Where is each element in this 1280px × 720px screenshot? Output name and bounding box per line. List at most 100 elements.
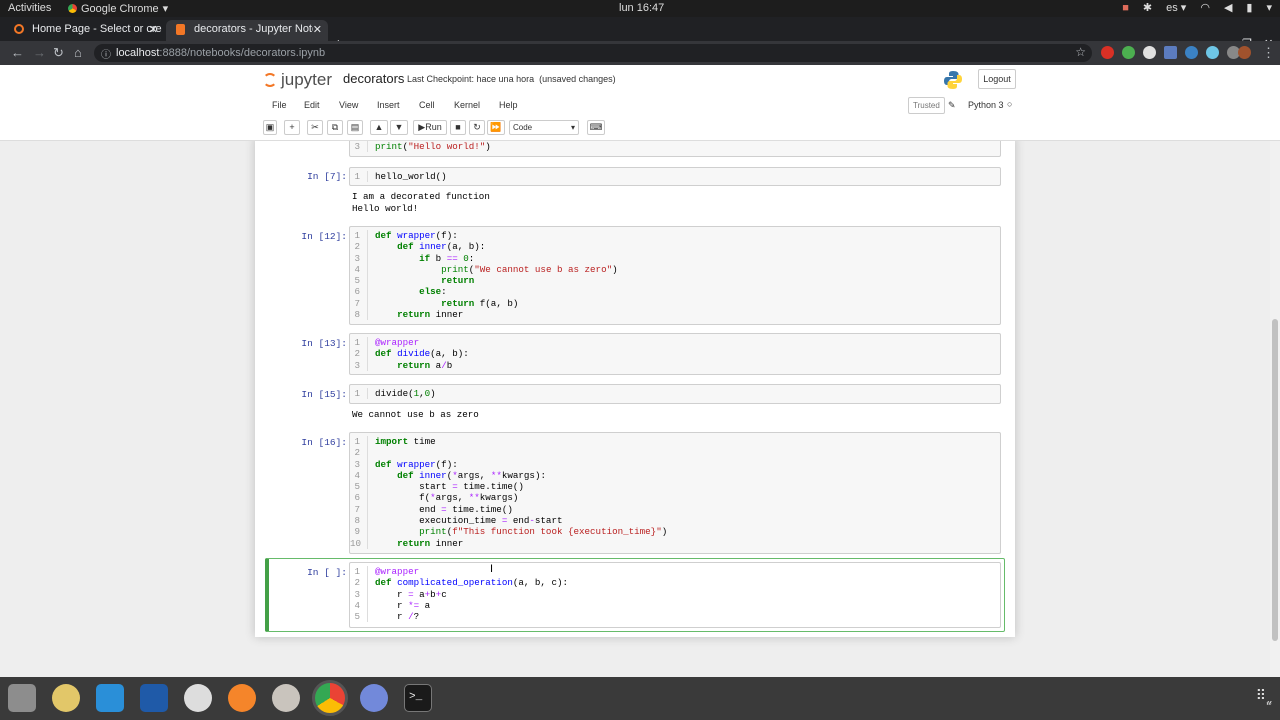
code-cell-input[interactable]: 1 @wrapper 2 def complicated_operation(a, …	[349, 562, 1001, 628]
tab-home-page[interactable]: Home Page - Select or cre ✕	[4, 20, 164, 41]
line-number: 6	[350, 492, 368, 504]
line-number: 4	[350, 599, 368, 612]
scrollbar-thumb[interactable]	[1272, 319, 1278, 641]
language-indicator[interactable]: es ▾	[1166, 1, 1186, 14]
extension-icon[interactable]	[1185, 46, 1198, 59]
line-number: 1	[350, 337, 368, 349]
code-line: r = a+b+c	[375, 588, 447, 600]
address-bar[interactable]: ⓘ localhost:8888/notebooks/decorators.ip…	[94, 44, 1092, 62]
code-line: @wrapper	[375, 566, 420, 577]
notebook-area: 3 print("Hello world!") In [7]: 1 hello_wo…	[0, 141, 1270, 677]
extension-icon[interactable]	[1143, 46, 1156, 59]
back-icon[interactable]: ←	[11, 45, 24, 60]
menu-insert[interactable]: Insert	[377, 100, 400, 110]
move-down-icon[interactable]: ▼	[390, 120, 408, 135]
forward-icon[interactable]: →	[33, 45, 46, 60]
discord-icon[interactable]	[360, 684, 388, 712]
url-path: :8888/notebooks/decorators.ipynb	[159, 47, 326, 59]
vscode-icon[interactable]	[96, 684, 124, 712]
extension-icon[interactable]	[1206, 46, 1219, 59]
menu-edit[interactable]: Edit	[304, 100, 320, 110]
run-button[interactable]: ▶Run	[413, 120, 447, 135]
files-icon[interactable]	[8, 684, 36, 712]
profile-avatar[interactable]	[1238, 46, 1251, 59]
app-name: Google Chrome	[81, 2, 159, 15]
tab-decorators[interactable]: decorators - Jupyter Note ✕	[166, 20, 328, 41]
code-line: divide(1,0)	[375, 388, 436, 399]
jupyter-logo[interactable]: jupyter	[263, 70, 332, 90]
code-line: return f(a, b)	[441, 297, 519, 309]
inkscape-icon[interactable]	[228, 684, 256, 712]
notebook-name[interactable]: decorators	[343, 71, 404, 86]
chrome-menu-icon[interactable]: ⋮	[1262, 45, 1275, 61]
close-tab-icon[interactable]: ✕	[312, 23, 322, 36]
info-icon[interactable]: ⓘ	[101, 46, 111, 61]
code-line: else:	[419, 286, 447, 298]
home-icon[interactable]: ⌂	[74, 45, 82, 60]
code-cell-input[interactable]: 3 print("Hello world!")	[349, 141, 1001, 157]
line-number: 2	[350, 447, 368, 459]
paste-icon[interactable]: ▤	[347, 120, 363, 135]
keyboard-icon[interactable]: ⌨	[587, 120, 605, 135]
line-number: 8	[350, 309, 368, 321]
trusted-indicator[interactable]: Trusted	[908, 97, 945, 114]
cut-icon[interactable]: ✂	[307, 120, 323, 135]
line-number: 2	[350, 241, 368, 253]
bookmark-star-icon[interactable]: ☆	[1075, 45, 1086, 59]
code-line: return	[441, 275, 475, 287]
app-menu[interactable]: Google Chrome ▾	[68, 2, 168, 15]
close-tab-icon[interactable]: ✕	[149, 23, 158, 36]
activities-button[interactable]: Activities	[8, 2, 51, 14]
clock[interactable]: lun 16:47	[619, 2, 664, 14]
code-cell-input[interactable]: 1 import time 2 3 def wrapper(f): 4 def in…	[349, 432, 1001, 554]
writer-icon[interactable]	[140, 684, 168, 712]
interrupt-icon[interactable]: ■	[450, 120, 466, 135]
restart-icon[interactable]: ↻	[469, 120, 485, 135]
logout-button[interactable]: Logout	[978, 69, 1016, 89]
save-icon[interactable]: ▣	[263, 120, 277, 135]
code-line: print("Hello world!")	[375, 141, 491, 152]
wifi-icon: ◠	[1200, 2, 1210, 14]
menu-help[interactable]: Help	[499, 100, 518, 110]
jupyter-header: jupyter decorators Last Checkpoint: hace…	[0, 65, 1280, 141]
code-cell-input[interactable]: 1 def wrapper(f): 2 def inner(a, b): 3 if…	[349, 226, 1001, 325]
move-up-icon[interactable]: ▲	[370, 120, 388, 135]
code-line: @wrapper	[375, 337, 420, 348]
copy-icon[interactable]: ⧉	[327, 120, 343, 135]
code-cell-input[interactable]: 1 divide(1,0)	[349, 384, 1001, 404]
slack-icon[interactable]	[184, 684, 212, 712]
chrome-icon[interactable]	[312, 680, 348, 716]
battery-icon: ▮	[1246, 2, 1253, 14]
kernel-name[interactable]: Python 3	[968, 100, 1004, 110]
edit-pencil-icon[interactable]: ✎	[948, 100, 956, 111]
cell-type-select[interactable]: Code ▾	[509, 120, 579, 135]
menu-cell[interactable]: Cell	[419, 100, 435, 110]
terminal-icon[interactable]: >_	[404, 684, 432, 712]
camera-icon[interactable]	[272, 684, 300, 712]
extension-icon[interactable]	[1101, 46, 1114, 59]
system-tray[interactable]: ■ ✱ es ▾ ◠ ◀ ▮ ▾	[1122, 1, 1272, 15]
code-line: import time	[375, 436, 436, 447]
menu-file[interactable]: File	[272, 100, 287, 110]
page-scrollbar[interactable]	[1270, 141, 1280, 677]
code-cell-input[interactable]: 1 @wrapper 2 def divide(a, b): 3 return a/…	[349, 333, 1001, 375]
system-menu-icon[interactable]: ▾	[1266, 1, 1272, 14]
show-apps-icon[interactable]: ⠿	[1256, 687, 1266, 704]
extension-icon[interactable]	[1164, 46, 1177, 59]
code-line: return inner	[397, 309, 464, 321]
chrome-icon	[68, 4, 77, 13]
restart-run-all-icon[interactable]: ⏩	[487, 120, 505, 135]
dock: >_ 𝓊 ⠿	[0, 677, 1280, 720]
code-line: r *= a	[375, 599, 431, 611]
chevron-down-icon: ▾	[570, 123, 575, 132]
extension-icon[interactable]	[1122, 46, 1135, 59]
code-cell-input[interactable]: 1 hello_world()	[349, 167, 1001, 186]
insert-cell-icon[interactable]: +	[284, 120, 300, 135]
reload-icon[interactable]: ↻	[53, 45, 64, 61]
cell-prompt: In [7]:	[307, 171, 347, 182]
url-host: localhost	[116, 47, 160, 59]
menu-kernel[interactable]: Kernel	[454, 100, 480, 110]
code-line: execution_time = end-start	[375, 515, 563, 527]
menu-view[interactable]: View	[339, 100, 358, 110]
rhythmbox-icon[interactable]	[52, 684, 80, 712]
